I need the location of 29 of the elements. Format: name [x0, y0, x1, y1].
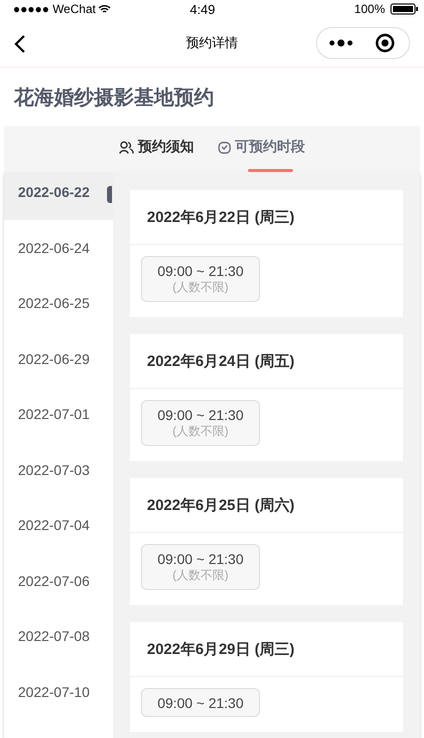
slot-time: 09:00 ~ 21:30 [157, 695, 244, 711]
time-slot[interactable]: 09:00 ~ 21:30 (人数不限) [141, 400, 260, 446]
more-icon[interactable] [329, 39, 353, 47]
tab[interactable]: 可预约时段 [218, 126, 305, 172]
slot-time: 09:00 ~ 21:30 [157, 263, 244, 279]
battery-icon [390, 3, 418, 15]
close-target-icon[interactable] [375, 33, 395, 53]
slot-time: 09:00 ~ 21:30 [157, 407, 244, 423]
time-slot[interactable]: 09:00 ~ 21:30 (人数不限) [141, 544, 260, 590]
slot-capacity: (人数不限) [172, 423, 228, 440]
slot-capacity: (人数不限) [172, 567, 228, 584]
page-title: 花海婚纱摄影基地预约 [14, 86, 214, 110]
back-icon[interactable] [14, 34, 26, 54]
page-header-title: 预约详情 [185, 34, 239, 52]
slot-time: 09:00 ~ 21:30 [157, 551, 244, 567]
tab[interactable]: 预约须知 [119, 126, 194, 172]
time-slot[interactable]: 09:00 ~ 21:30 (人数不限) [141, 256, 260, 302]
day-heading: 2022年6月22日 (周三) [130, 190, 403, 245]
carrier-text: ●●●●● WeChat [13, 2, 96, 16]
time-slot[interactable]: 09:00 ~ 21:30 [141, 688, 260, 717]
people-icon [119, 140, 134, 154]
day-heading: 2022年6月29日 (周三) [130, 622, 403, 677]
day-heading: 2022年6月25日 (周六) [130, 478, 403, 533]
day-heading: 2022年6月24日 (周五) [130, 334, 403, 389]
battery-percent: 100% [354, 2, 385, 16]
clock-text: 4:49 [188, 2, 216, 16]
date-item[interactable]: 2022-06-22 [4, 172, 113, 220]
slot-capacity: (人数不限) [172, 279, 228, 296]
wifi-icon [98, 4, 111, 14]
